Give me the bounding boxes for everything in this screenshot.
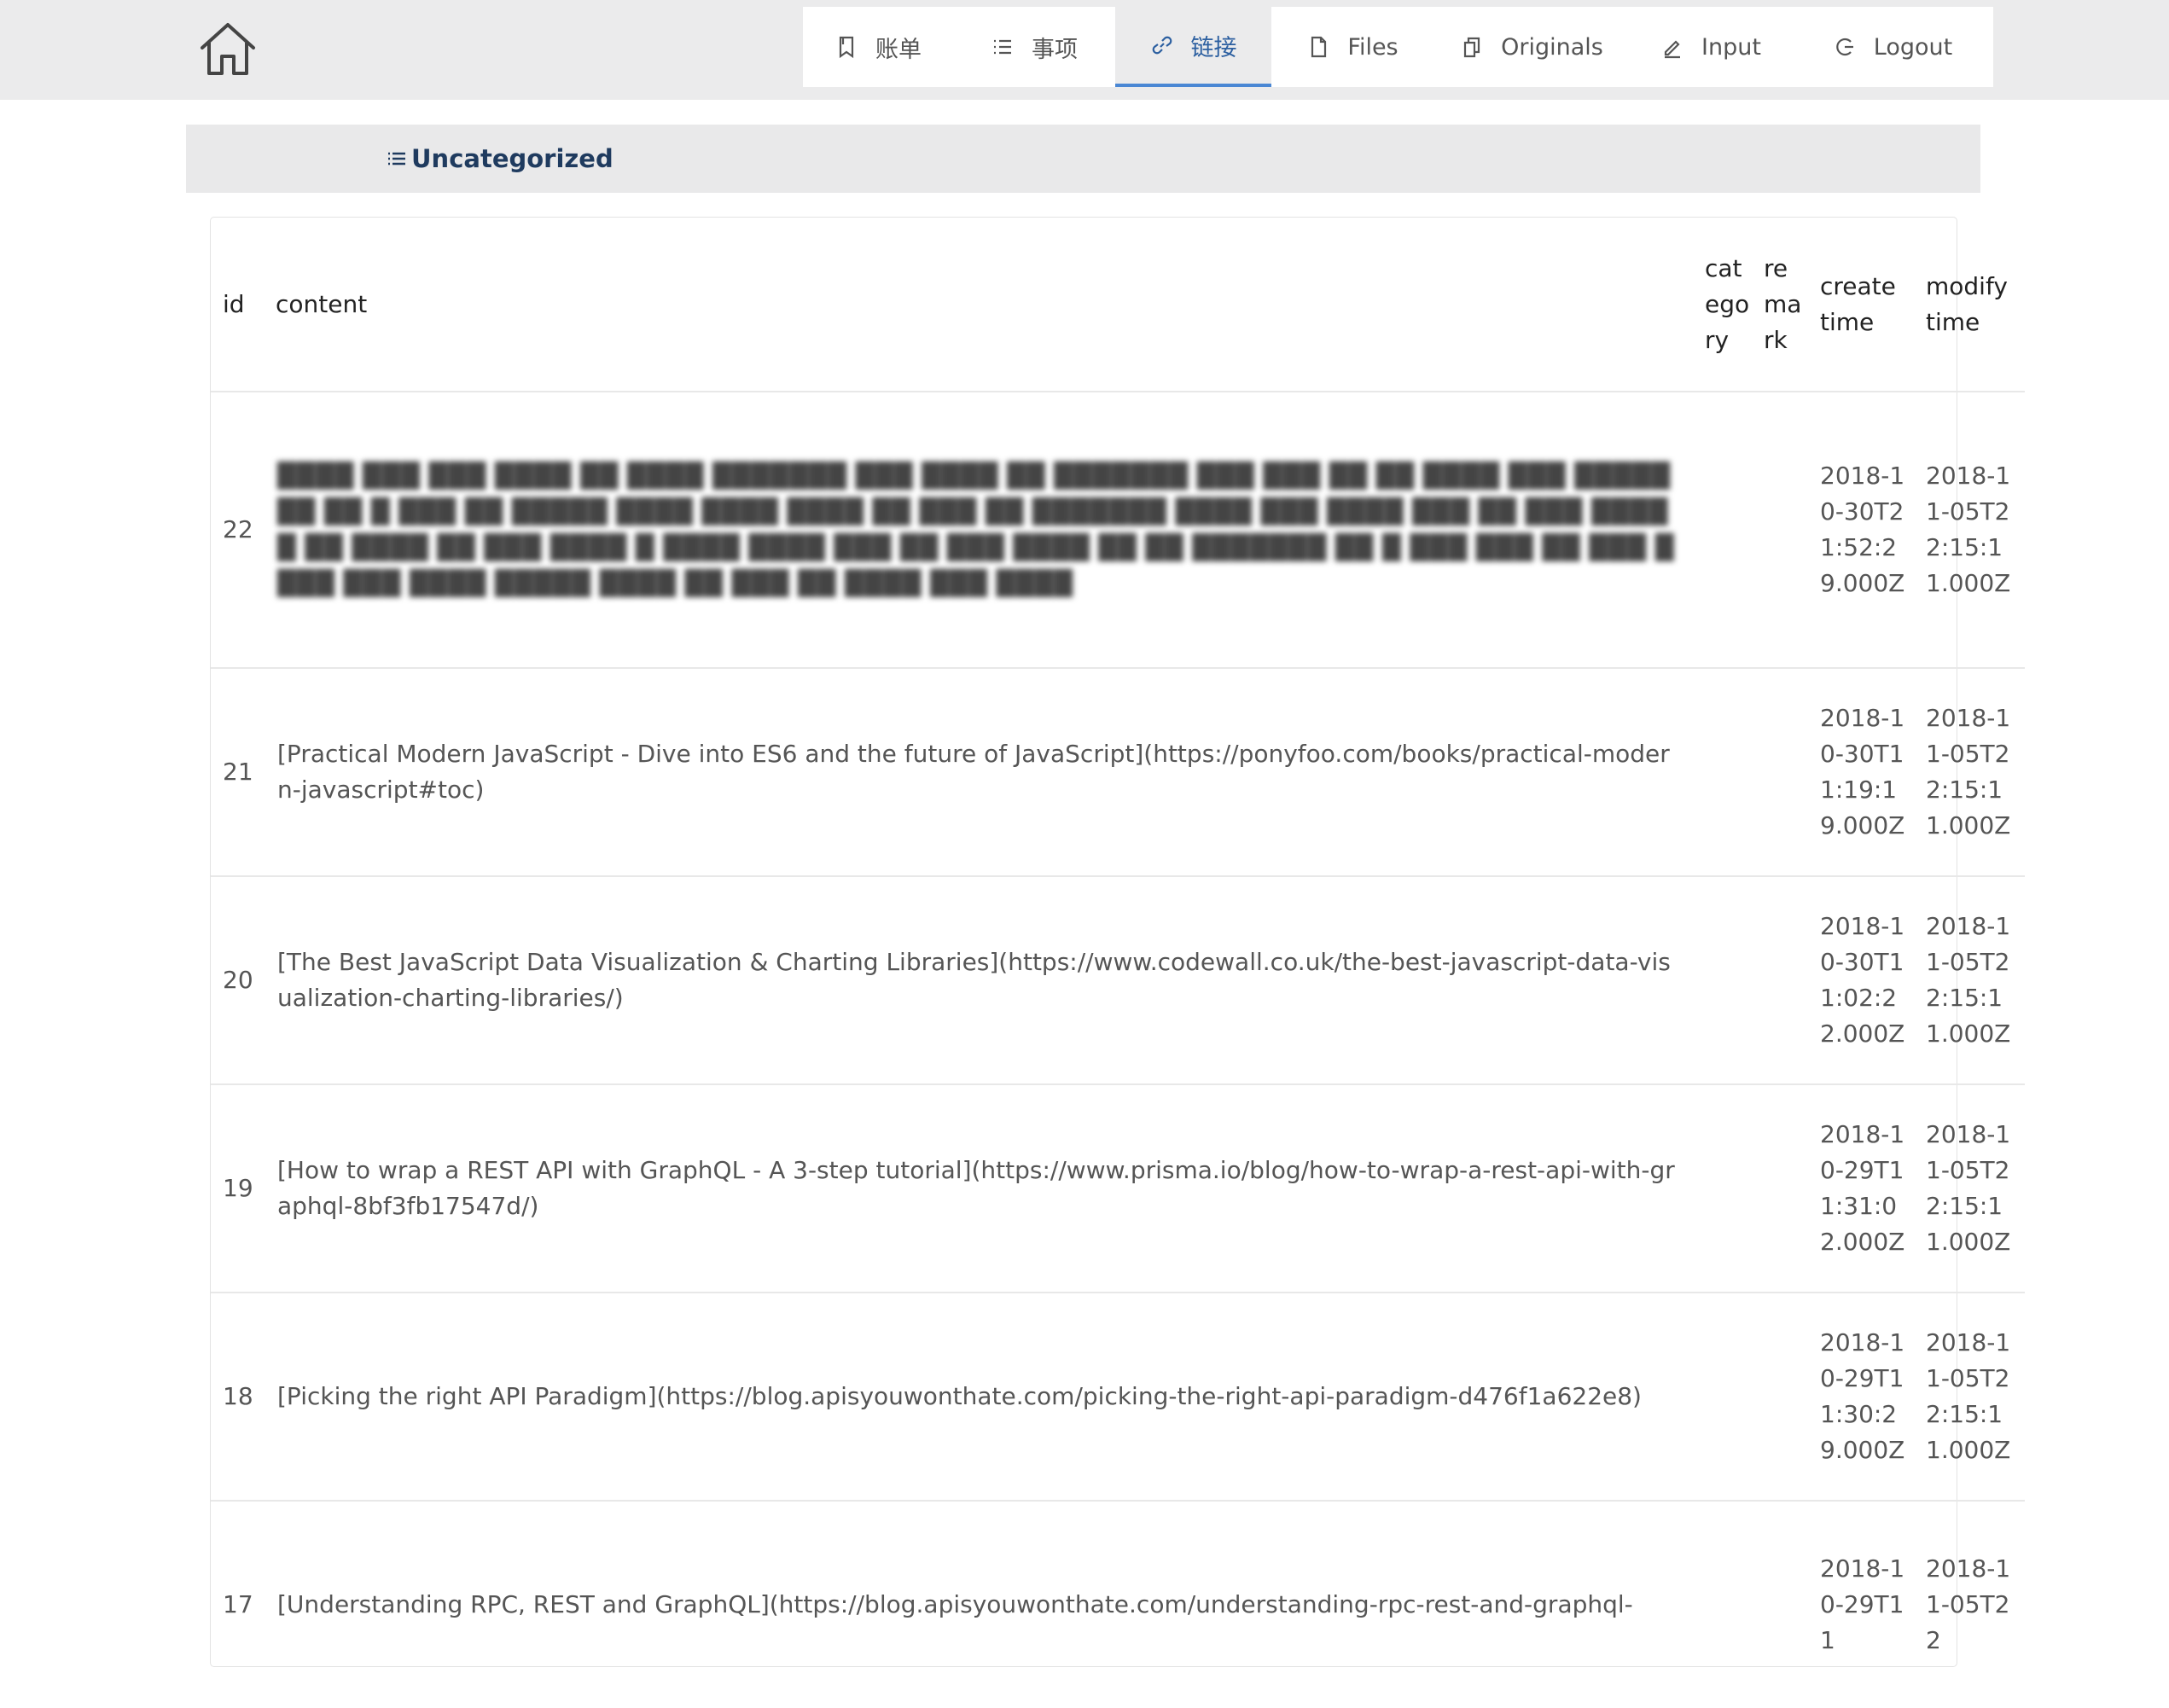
file-icon — [1311, 36, 1327, 58]
home-icon[interactable] — [198, 19, 258, 78]
table-row[interactable]: 18 [Picking the right API Paradigm](http… — [211, 1292, 2025, 1501]
tab-files[interactable]: Files — [1271, 7, 1433, 87]
cell-category — [1693, 875, 1752, 1084]
bookmark-icon — [839, 36, 854, 59]
table-body: 22 ████ ███ ███ ████ ██ ████ ███████ ███… — [211, 391, 2025, 1708]
pencil-icon — [1664, 40, 1681, 59]
nav-tabs: 账单 事项 链接 Files Originals Input Logout — [803, 7, 1993, 87]
category-title: Uncategorized — [411, 144, 613, 173]
cell-remark — [1752, 667, 1808, 876]
cell-modify-time: 2018-11-05T22:15:11.000Z — [1914, 391, 2025, 668]
header-modify-time[interactable]: modify time — [1914, 218, 2025, 392]
cell-remark — [1752, 875, 1808, 1084]
cell-id: 19 — [211, 1083, 264, 1293]
list-icon — [388, 152, 405, 166]
header-create-time[interactable]: create time — [1808, 218, 1914, 392]
tab-bills[interactable]: 账单 — [803, 7, 953, 87]
logout-icon — [1835, 38, 1853, 56]
link-icon — [1152, 36, 1172, 55]
tab-label: 链接 — [1190, 34, 1237, 61]
cell-id: 17 — [211, 1500, 264, 1708]
cell-content: [Picking the right API Paradigm](https:/… — [264, 1292, 1693, 1501]
cell-modify-time: 2018-11-05T22:15:11.000Z — [1914, 1292, 2025, 1501]
table-row[interactable]: 17 [Understanding RPC, REST and GraphQL]… — [211, 1500, 2025, 1708]
redacted-content: ████ ███ ███ ████ ██ ████ ███████ ███ ██… — [277, 462, 1675, 597]
header-id[interactable]: id — [211, 218, 264, 392]
cell-category — [1693, 1083, 1752, 1293]
cell-id: 18 — [211, 1292, 264, 1501]
cell-create-time: 2018-10-30T11:02:22.000Z — [1808, 875, 1914, 1084]
category-title-group[interactable]: Uncategorized — [386, 144, 613, 173]
tab-label: Input — [1701, 33, 1761, 61]
cell-id: 20 — [211, 875, 264, 1084]
cell-remark — [1752, 1083, 1808, 1293]
table-header: id content category remark create time m… — [211, 218, 2025, 392]
cell-modify-time: 2018-11-05T22:15:11.000Z — [1914, 875, 2025, 1084]
cell-modify-time: 2018-11-05T22 — [1914, 1500, 2025, 1708]
copy-icon — [1464, 37, 1480, 58]
tab-label: Files — [1347, 33, 1399, 61]
cell-content: [How to wrap a REST API with GraphQL - A… — [264, 1083, 1693, 1293]
tab-input[interactable]: Input — [1630, 7, 1792, 87]
cell-content: [Practical Modern JavaScript - Dive into… — [264, 667, 1693, 876]
tab-label: Originals — [1501, 33, 1603, 61]
tab-label: 账单 — [875, 36, 922, 63]
cell-category — [1693, 1292, 1752, 1501]
tab-originals[interactable]: Originals — [1433, 7, 1630, 87]
cell-create-time: 2018-10-29T11:30:29.000Z — [1808, 1292, 1914, 1501]
tab-label: Logout — [1873, 33, 1953, 61]
table-row[interactable]: 19 [How to wrap a REST API with GraphQL … — [211, 1083, 2025, 1293]
cell-id: 21 — [211, 667, 264, 876]
tab-tasks[interactable]: 事项 — [953, 7, 1115, 87]
header-category[interactable]: category — [1693, 218, 1752, 392]
cell-category — [1693, 391, 1752, 668]
cell-id: 22 — [211, 391, 264, 668]
cell-category — [1693, 1500, 1752, 1708]
tab-links[interactable]: 链接 — [1115, 7, 1271, 87]
cell-remark — [1752, 1292, 1808, 1501]
cell-create-time: 2018-10-29T11:31:02.000Z — [1808, 1083, 1914, 1293]
table-row[interactable]: 21 [Practical Modern JavaScript - Dive i… — [211, 667, 2025, 876]
cell-create-time: 2018-10-30T11:19:19.000Z — [1808, 667, 1914, 876]
cell-content: [Understanding RPC, REST and GraphQL](ht… — [264, 1500, 1693, 1708]
links-table: id content category remark create time m… — [210, 217, 2025, 1708]
cell-create-time: 2018-10-30T21:52:29.000Z — [1808, 391, 1914, 668]
table-row[interactable]: 22 ████ ███ ███ ████ ██ ████ ███████ ███… — [211, 391, 2025, 668]
cell-remark — [1752, 1500, 1808, 1708]
top-bar: 账单 事项 链接 Files Originals Input Logout — [0, 0, 2169, 100]
tab-logout[interactable]: Logout — [1792, 7, 1993, 87]
cell-content: ████ ███ ███ ████ ██ ████ ███████ ███ ██… — [264, 391, 1693, 668]
cell-remark — [1752, 391, 1808, 668]
list-icon — [994, 39, 1011, 55]
cell-modify-time: 2018-11-05T22:15:11.000Z — [1914, 667, 2025, 876]
cell-modify-time: 2018-11-05T22:15:11.000Z — [1914, 1083, 2025, 1293]
cell-content: [The Best JavaScript Data Visualization … — [264, 875, 1693, 1084]
table-row[interactable]: 20 [The Best JavaScript Data Visualizati… — [211, 875, 2025, 1084]
cell-category — [1693, 667, 1752, 876]
header-remark[interactable]: remark — [1752, 218, 1808, 392]
tab-label: 事项 — [1032, 36, 1078, 63]
category-bar: Uncategorized — [186, 125, 1980, 193]
header-content[interactable]: content — [264, 218, 1693, 392]
cell-create-time: 2018-10-29T11 — [1808, 1500, 1914, 1708]
